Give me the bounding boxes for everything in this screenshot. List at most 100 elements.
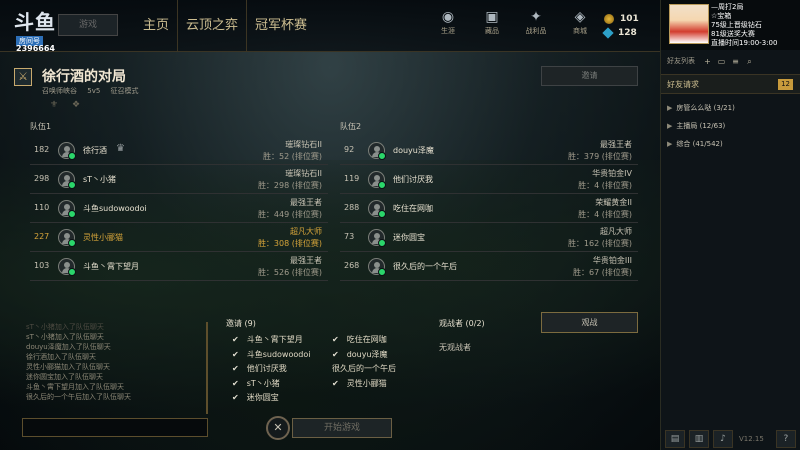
invite-entry: ✔ 灵性小郦猫 [332,377,396,392]
stream-room-id: 2396664 [16,44,55,53]
friends-header: 好友列表 + ▭ ≡ ⌕ [661,52,800,70]
invite-name: 迷你圆宝 [246,393,279,402]
play-button[interactable]: 游戏 [58,14,118,36]
check-icon: ✔ [232,378,239,388]
chevron-right-icon: ▶ [667,104,673,112]
player-level: 227 [34,232,50,241]
nav-home[interactable]: 主页 [135,0,179,52]
nav-collection-label: 藏品 [485,27,499,35]
friend-requests-row[interactable]: 好友请求 12 [661,74,800,94]
check-icon: ✔ [232,393,239,402]
invite-entry: ✔ 斗鱼丶霄下望月 [232,333,310,348]
chat-log[interactable]: sT丶小猪加入了队伍聊天 sT丶小猪加入了队伍聊天 douyu泽魔加入了队伍聊天… [26,322,208,414]
mission-icon[interactable]: ▥ [689,430,709,448]
stream-logo: 斗鱼 房间号 [14,6,58,46]
friends-label: 好友列表 [667,57,695,65]
friend-group[interactable]: ▶ 主播局 (12/63) [661,118,800,134]
player-rank: 璀璨钻石II [285,169,322,178]
loot-icon: ✦ [530,9,542,25]
stream-info: —周打2局 ☆宝箱 75级上晋级钻石 81级送奖大赛 直播时间19:00-3:0… [711,3,799,48]
microphone-icon[interactable]: ♪ [713,430,733,448]
friend-group[interactable]: ▶ 房管么么哒 (3/21) [661,100,800,116]
spectate-button[interactable]: 观战 [541,312,638,333]
player-row[interactable]: 298 sT丶小猪 璀璨钻石II 胜：298 (排位赛) [30,165,328,194]
player-wins: 胜：298 (排位赛) [257,181,322,190]
player-avatar [368,171,386,189]
nav-loot[interactable]: ✦ 战利品 [514,8,558,36]
stream-info-line: 81级送奖大赛 [711,30,755,38]
invite-entry: ✔ 斗鱼sudowoodoi [232,348,310,363]
friend-requests-label: 好友请求 [667,80,699,89]
sort-icon[interactable]: ≡ [731,57,740,66]
lobby-subtitle: 召唤师峡谷 5v5 征召模式 [42,86,147,96]
player-level: 119 [344,174,360,183]
player-row[interactable]: 288 吃住在网咖 荣耀黄金II 胜：4 (排位赛) [340,194,638,223]
friend-group[interactable]: ▶ 综合 (41/542) [661,136,800,152]
player-row[interactable]: 268 很久后的一个午后 华贵铂金III 胜：67 (排位赛) [340,252,638,281]
check-icon: ✔ [332,378,339,388]
player-row[interactable]: 110 斗鱼sudowoodoi 最强王者 胜：449 (排位赛) [30,194,328,223]
add-friend-icon[interactable]: + [703,57,712,66]
profile-header: —周打2局 ☆宝箱 75级上晋级钻石 81级送奖大赛 直播时间19:00-3:0… [661,0,800,50]
profile-icon: ◉ [441,9,455,25]
chat-icon[interactable]: ▤ [665,430,685,448]
stream-logo-text: 斗鱼 [14,10,56,34]
invite-entry-pending: 很久后的一个午后 [332,362,396,377]
player-rank: 最强王者 [600,140,632,149]
player-row[interactable]: 92 douyu泽魔 最强王者 胜：379 (排位赛) [340,136,638,165]
position-icon: ⚜ [50,100,59,110]
help-icon[interactable]: ? [775,430,796,448]
invite-entry: ✔ sT丶小猪 [232,377,310,392]
team-title: 队伍1 [30,122,52,131]
position-icon: ❖ [72,100,81,110]
player-row[interactable]: 182 徐行酒 ♛ 璀璨钻石II 胜：52 (排位赛) [30,136,328,165]
invite-button[interactable]: 邀请 [541,66,638,86]
nav-collection[interactable]: ▣ 藏品 [470,8,514,36]
player-avatar [58,171,76,189]
player-name: 迷你圆宝 [393,233,425,242]
invites-column: ✔ 斗鱼丶霄下望月 ✔ 斗鱼sudowoodoi ✔ 他们讨厌我 ✔ sT丶小猪 ✔ 迷你… [232,333,310,406]
player-name: douyu泽魔 [393,146,434,155]
invite-name: sT丶小猪 [246,378,280,388]
check-icon: ✔ [232,335,239,344]
folder-icon[interactable]: ▭ [717,57,726,66]
invite-name: 灵性小郦猫 [346,378,387,388]
rp-icon [604,14,614,24]
nav-clash[interactable]: 冠军杯赛 [247,0,315,52]
player-avatar [58,200,76,218]
no-spectators-text: 无观战者 [439,343,471,352]
stream-info-line: ☆宝箱 [711,12,732,20]
invites-column: ✔ 吃住在网咖 ✔ douyu泽魔 很久后的一个午后 ✔ 灵性小郦猫 [332,333,396,391]
lobby-mode: 征召模式 [110,87,139,95]
chat-input[interactable] [22,418,208,437]
invite-entry: ✔ 他们讨厌我 [232,362,310,377]
player-row[interactable]: 103 斗鱼丶霄下望月 最强王者 胜：526 (排位赛) [30,252,328,281]
player-row-self[interactable]: 227 灵性小郦猫 超凡大师 胜：308 (排位赛) [30,223,328,252]
player-avatar [368,142,386,160]
player-rank: 超凡大师 [290,227,322,236]
player-row[interactable]: 73 迷你圆宝 超凡大师 胜：162 (排位赛) [340,223,638,252]
currency-display: 101 128 [602,12,639,40]
nav-profile-label: 生涯 [441,27,455,35]
invite-name: 斗鱼sudowoodoi [246,349,311,359]
start-game-button[interactable]: 开始游戏 [292,418,392,438]
player-row[interactable]: 119 他们讨厌我 华贵铂金IV 胜：4 (排位赛) [340,165,638,194]
check-icon: ✔ [232,349,239,359]
player-rank: 最强王者 [290,198,322,207]
nav-tft[interactable]: 云顶之弈 [178,0,248,52]
team-title: 队伍2 [340,122,362,131]
search-icon[interactable]: ⌕ [745,57,754,66]
player-wins: 胜：4 (排位赛) [578,210,632,219]
sidebar-footer: ▤ ▥ ♪ V12.15 ? [661,428,800,450]
profile-avatar[interactable] [669,4,709,44]
lobby-map: 召唤师峡谷 [42,87,77,95]
social-sidebar: —周打2局 ☆宝箱 75级上晋级钻石 81级送奖大赛 直播时间19:00-3:0… [660,0,800,450]
stream-info-line: 直播时间19:00-3:00 [711,39,778,47]
nav-store[interactable]: ◈ 商城 [558,8,602,36]
check-icon: ✔ [332,335,339,344]
friend-group-label: 房管么么哒 (3/21) [676,104,735,112]
player-level: 298 [34,174,50,183]
nav-loot-label: 战利品 [525,27,547,35]
close-icon[interactable]: ✕ [266,416,290,440]
nav-profile[interactable]: ◉ 生涯 [426,8,470,36]
